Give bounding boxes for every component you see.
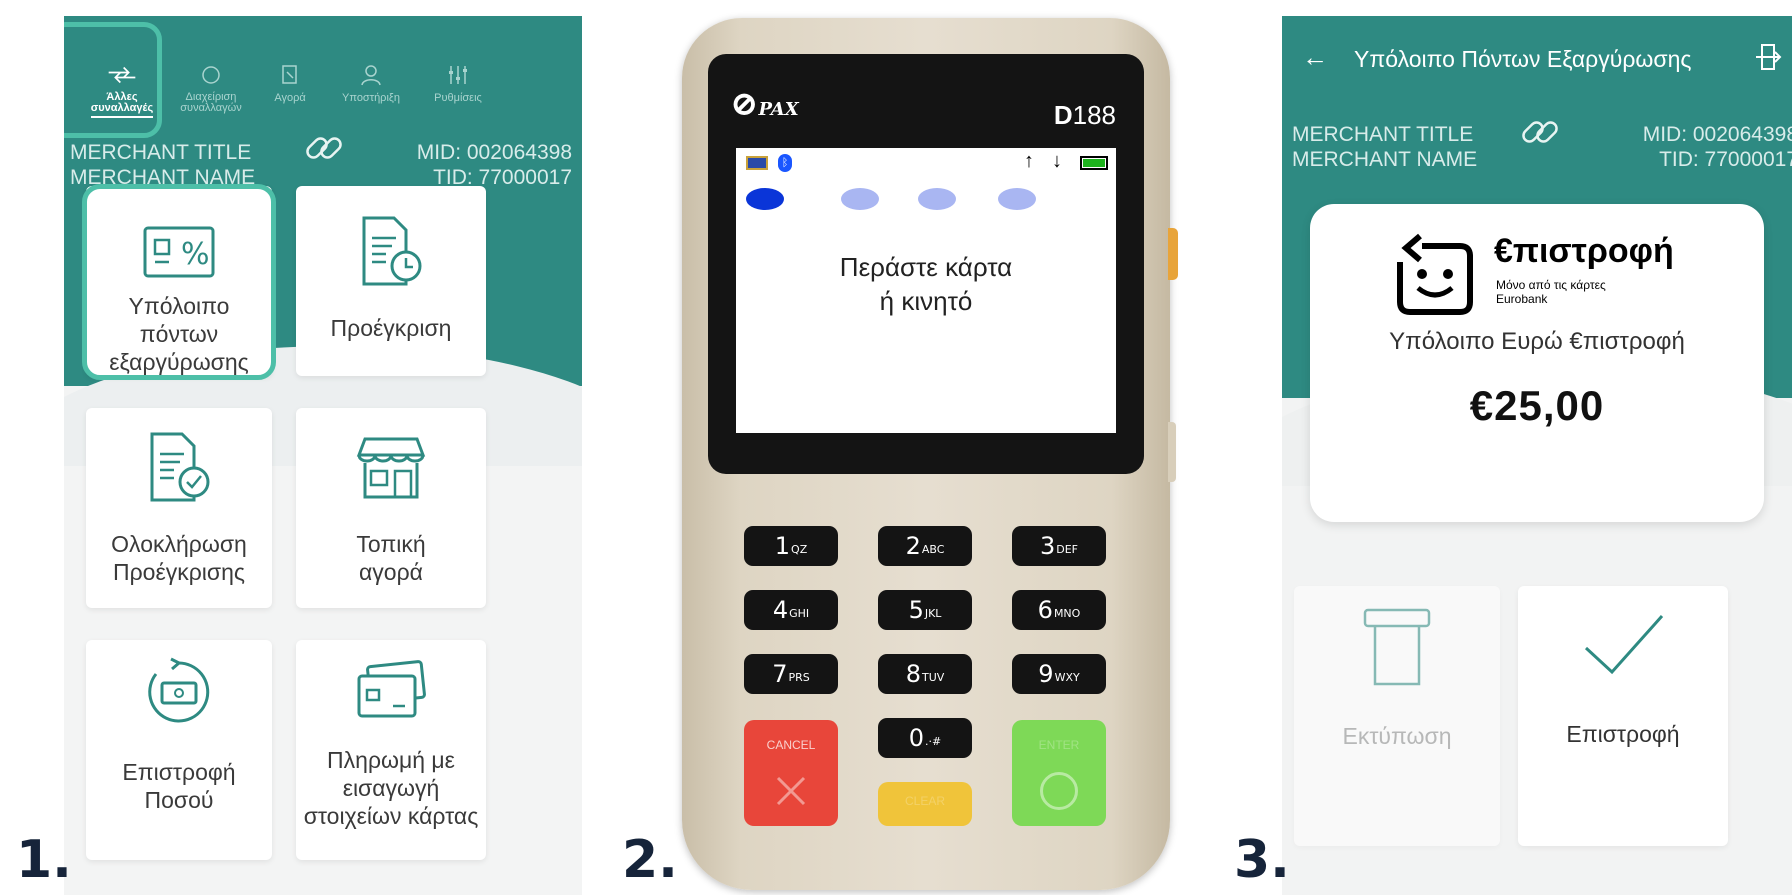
key-9[interactable]: 9 WXY: [1012, 654, 1106, 694]
key-5[interactable]: 5 JKL: [878, 590, 972, 630]
local-shop-icon: [351, 428, 431, 508]
terminal-screen: ᛒ ↑ ↓ Περάστε κάρτα ή κινητό: [736, 148, 1116, 433]
clear-key[interactable]: CLEAR: [878, 782, 972, 826]
key-8[interactable]: 8 TUV: [878, 654, 972, 694]
progress-step-2: [841, 188, 879, 210]
balance-card: €πιστροφή Μόνο από τις κάρτες Eurobank Υ…: [1310, 204, 1764, 522]
support-icon: [356, 60, 386, 90]
tile-manual-card-payment[interactable]: Πληρωμή με εισαγωγή στοιχείων κάρτας: [296, 640, 486, 860]
balance-label: Υπόλοιπο Ευρώ €πιστροφή: [1389, 328, 1685, 355]
back-arrow-icon[interactable]: ←: [1302, 42, 1328, 73]
card-icon: [746, 156, 768, 170]
key-7[interactable]: 7 PRS: [744, 654, 838, 694]
circle-icon: [1040, 772, 1078, 810]
model-label: D188: [1053, 100, 1116, 130]
highlight-nav-other-transactions: [64, 22, 162, 138]
pax-d188-terminal: ⊘PAX D188 ᛒ ↑ ↓ Περάστε κάρτα ή κινητό 1…: [682, 18, 1178, 890]
logo-subtitle: Μόνο από τις κάρτες Eurobank: [1496, 278, 1606, 306]
key-2[interactable]: 2 ABC: [878, 526, 972, 566]
close-icon: [774, 774, 808, 808]
upload-arrow-icon: ↑: [1024, 150, 1034, 172]
exit-icon[interactable]: [1754, 42, 1784, 77]
preauth-document-clock-icon: [351, 212, 431, 292]
manual-card-entry-icon: [351, 652, 431, 732]
tile-local-purchase[interactable]: Τοπική αγορά: [296, 408, 486, 608]
tutorial-stage: Άλλες συναλλαγές Διαχείριση συναλλαγών Α…: [0, 0, 1792, 895]
merchant-info: MERCHANT TITLE MERCHANT NAME: [1292, 123, 1478, 171]
step-number-1: 1.: [16, 830, 72, 890]
key-4[interactable]: 4 GHI: [744, 590, 838, 630]
redemption-balance-screen: ← Υπόλοιπο Πόντων Εξαργύρωσης MERCHANT T…: [1282, 16, 1792, 895]
link-icon[interactable]: [302, 126, 346, 175]
step-number-2: 2.: [622, 830, 678, 890]
progress-step-3: [918, 188, 956, 210]
tile-refund-amount[interactable]: Επιστροφή Ποσού: [86, 640, 272, 860]
battery-icon: [1080, 156, 1108, 170]
tile-complete-preauthorization[interactable]: Ολοκλήρωση Προέγκρισης: [86, 408, 272, 608]
screen-title: Υπόλοιπο Πόντων Εξαργύρωσης: [1354, 46, 1692, 72]
step-number-3: 3.: [1234, 830, 1290, 890]
tile-preauthorization[interactable]: Προέγκριση: [296, 186, 486, 376]
progress-step-1: [746, 188, 784, 210]
link-icon[interactable]: [1518, 110, 1562, 159]
bluetooth-icon: ᛒ: [778, 154, 792, 172]
progress-step-4: [998, 188, 1036, 210]
balance-amount: €25,00: [1469, 382, 1605, 429]
terminal-ids: MID: 002064398 TID: 77000017: [416, 141, 572, 189]
refund-confirm-button[interactable]: Επιστροφή: [1518, 586, 1728, 846]
terminal-ids: MID: 002064398 TID: 77000017: [1642, 123, 1792, 171]
home-screen-panel: Άλλες συναλλαγές Διαχείριση συναλλαγών Α…: [64, 16, 582, 895]
key-3[interactable]: 3 DEF: [1012, 526, 1106, 566]
print-button[interactable]: Εκτύπωση: [1294, 586, 1500, 846]
screen-message: Περάστε κάρτα ή κινητό: [839, 252, 1013, 316]
cancel-key[interactable]: CANCEL: [744, 720, 838, 826]
nav-transaction-management[interactable]: Διαχείριση συναλλαγών: [166, 60, 256, 140]
refund-cash-icon: [139, 652, 219, 732]
settings-icon: [443, 60, 473, 90]
purchase-icon: [275, 60, 305, 90]
nav-settings[interactable]: Ρυθμίσεις: [416, 60, 500, 140]
key-6[interactable]: 6 MNO: [1012, 590, 1106, 630]
side-button[interactable]: [1168, 228, 1178, 280]
printer-icon: [1357, 604, 1437, 693]
pax-logo: ⊘PAX: [730, 84, 799, 124]
merchant-info: MERCHANT TITLE MERCHANT NAME: [70, 141, 256, 189]
key-1[interactable]: 1 QZ: [744, 526, 838, 566]
smiley-refund-logo-icon: [1392, 232, 1478, 321]
enter-key[interactable]: ENTER: [1012, 720, 1106, 826]
preauth-complete-document-check-icon: [139, 428, 219, 508]
highlight-tile-redemption-balance: [82, 184, 276, 380]
download-arrow-icon: ↓: [1052, 150, 1062, 172]
key-0[interactable]: 0 .·#: [878, 718, 972, 758]
manage-icon: [196, 60, 226, 90]
checkmark-icon: [1578, 604, 1668, 689]
